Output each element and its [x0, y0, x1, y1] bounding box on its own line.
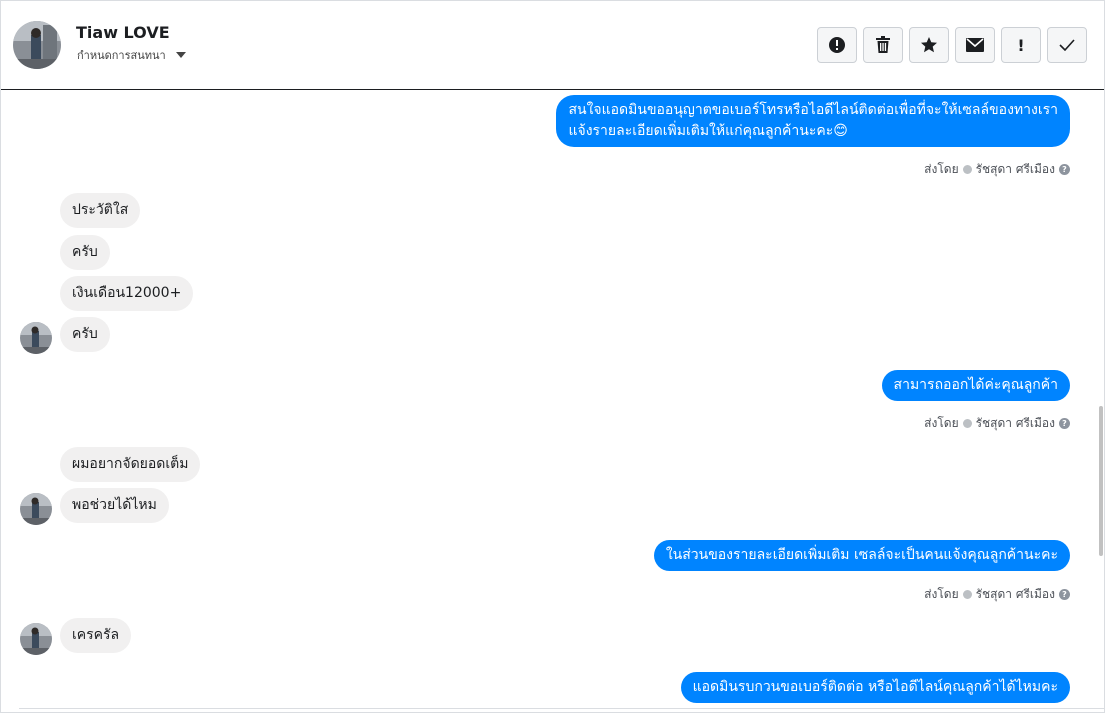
incoming-message: พอช่วยได้ไหม	[60, 488, 169, 523]
envelope-icon	[966, 38, 984, 52]
message-thread[interactable]: สนใจแอดมินขออนุญาตขอเบอร์โทรหรือไอดีไลน์…	[1, 90, 1104, 710]
scrollbar-thumb[interactable]	[1099, 406, 1103, 556]
outgoing-message: ในส่วนของรายละเอียดเพิ่มเติม เซลล์จะเป็น…	[653, 540, 1070, 571]
agent-name: รัชสุดา ศรีเมือง	[975, 416, 1055, 430]
sent-by-label: ส่งโดย รัชสุดา ศรีเมือง ?	[924, 585, 1070, 604]
sent-by-prefix: ส่งโดย	[924, 587, 959, 601]
message-text-line: สนใจแอดมินขออนุญาตขอเบอร์โทรหรือไอดีไลน์…	[568, 102, 1058, 118]
caret-down-icon	[175, 52, 186, 58]
incoming-message: เงินเดือน12000+	[60, 276, 194, 311]
delete-button[interactable]	[863, 27, 903, 63]
check-icon	[1059, 39, 1075, 51]
incoming-message: ครับ	[60, 235, 110, 270]
outgoing-message: สามารถออกได้ค่ะคุณลูกค้า	[881, 370, 1070, 401]
help-icon[interactable]: ?	[1059, 418, 1070, 429]
message-text-line: แจ้งรายละเอียดเพิ่มเติมให้แก่คุณลูกค้านะ…	[568, 123, 848, 139]
sent-by-prefix: ส่งโดย	[924, 416, 959, 430]
alert-circle-icon	[829, 37, 845, 53]
conversation-settings-dropdown[interactable]: กำหนดการสนทนา	[77, 46, 186, 64]
star-icon	[921, 37, 937, 53]
flag-button[interactable]: !	[1001, 27, 1041, 63]
sent-by-label: ส่งโดย รัชสุดา ศรีเมือง ?	[924, 414, 1070, 433]
contact-name: Tiaw LOVE	[76, 23, 170, 42]
agent-status-icon	[962, 165, 972, 174]
sender-avatar[interactable]	[20, 623, 52, 655]
incoming-message: เครครัล	[60, 618, 132, 653]
star-button[interactable]	[909, 27, 949, 63]
agent-status-icon	[962, 590, 972, 599]
incoming-message: ประวัติใส	[60, 193, 141, 228]
incoming-message: ครับ	[60, 317, 110, 352]
exclamation-icon: !	[1017, 35, 1025, 55]
mark-spam-button[interactable]	[817, 27, 857, 63]
sender-avatar[interactable]	[20, 493, 52, 525]
sent-by-prefix: ส่งโดย	[924, 162, 959, 176]
outgoing-message: สนใจแอดมินขออนุญาตขอเบอร์โทรหรือไอดีไลน์…	[556, 95, 1070, 147]
conversation-settings-label: กำหนดการสนทนา	[77, 49, 166, 62]
sender-avatar[interactable]	[20, 322, 52, 354]
trash-icon	[876, 36, 890, 53]
help-icon[interactable]: ?	[1059, 589, 1070, 600]
agent-name: รัชสุดา ศรีเมือง	[975, 162, 1055, 176]
contact-avatar[interactable]	[13, 21, 61, 69]
help-icon[interactable]: ?	[1059, 164, 1070, 175]
outgoing-message: แอดมินรบกวนขอเบอร์ติดต่อ หรือไอดีไลน์คุณ…	[680, 672, 1070, 703]
agent-status-icon	[962, 419, 972, 428]
agent-name: รัชสุดา ศรีเมือง	[975, 587, 1055, 601]
sent-by-label: ส่งโดย รัชสุดา ศรีเมือง ?	[924, 160, 1070, 179]
header-actions: !	[817, 27, 1087, 63]
conversation-header: Tiaw LOVE กำหนดการสนทนา !	[1, 1, 1104, 90]
incoming-message: ผมอยากจัดยอดเต็ม	[60, 447, 201, 482]
mark-unread-button[interactable]	[955, 27, 995, 63]
composer-edge	[19, 708, 1104, 712]
thread-scrollbar[interactable]	[1098, 90, 1104, 710]
conversation-panel: Tiaw LOVE กำหนดการสนทนา ! สนใจแอดมินขออน…	[0, 0, 1105, 713]
mark-done-button[interactable]	[1047, 27, 1087, 63]
